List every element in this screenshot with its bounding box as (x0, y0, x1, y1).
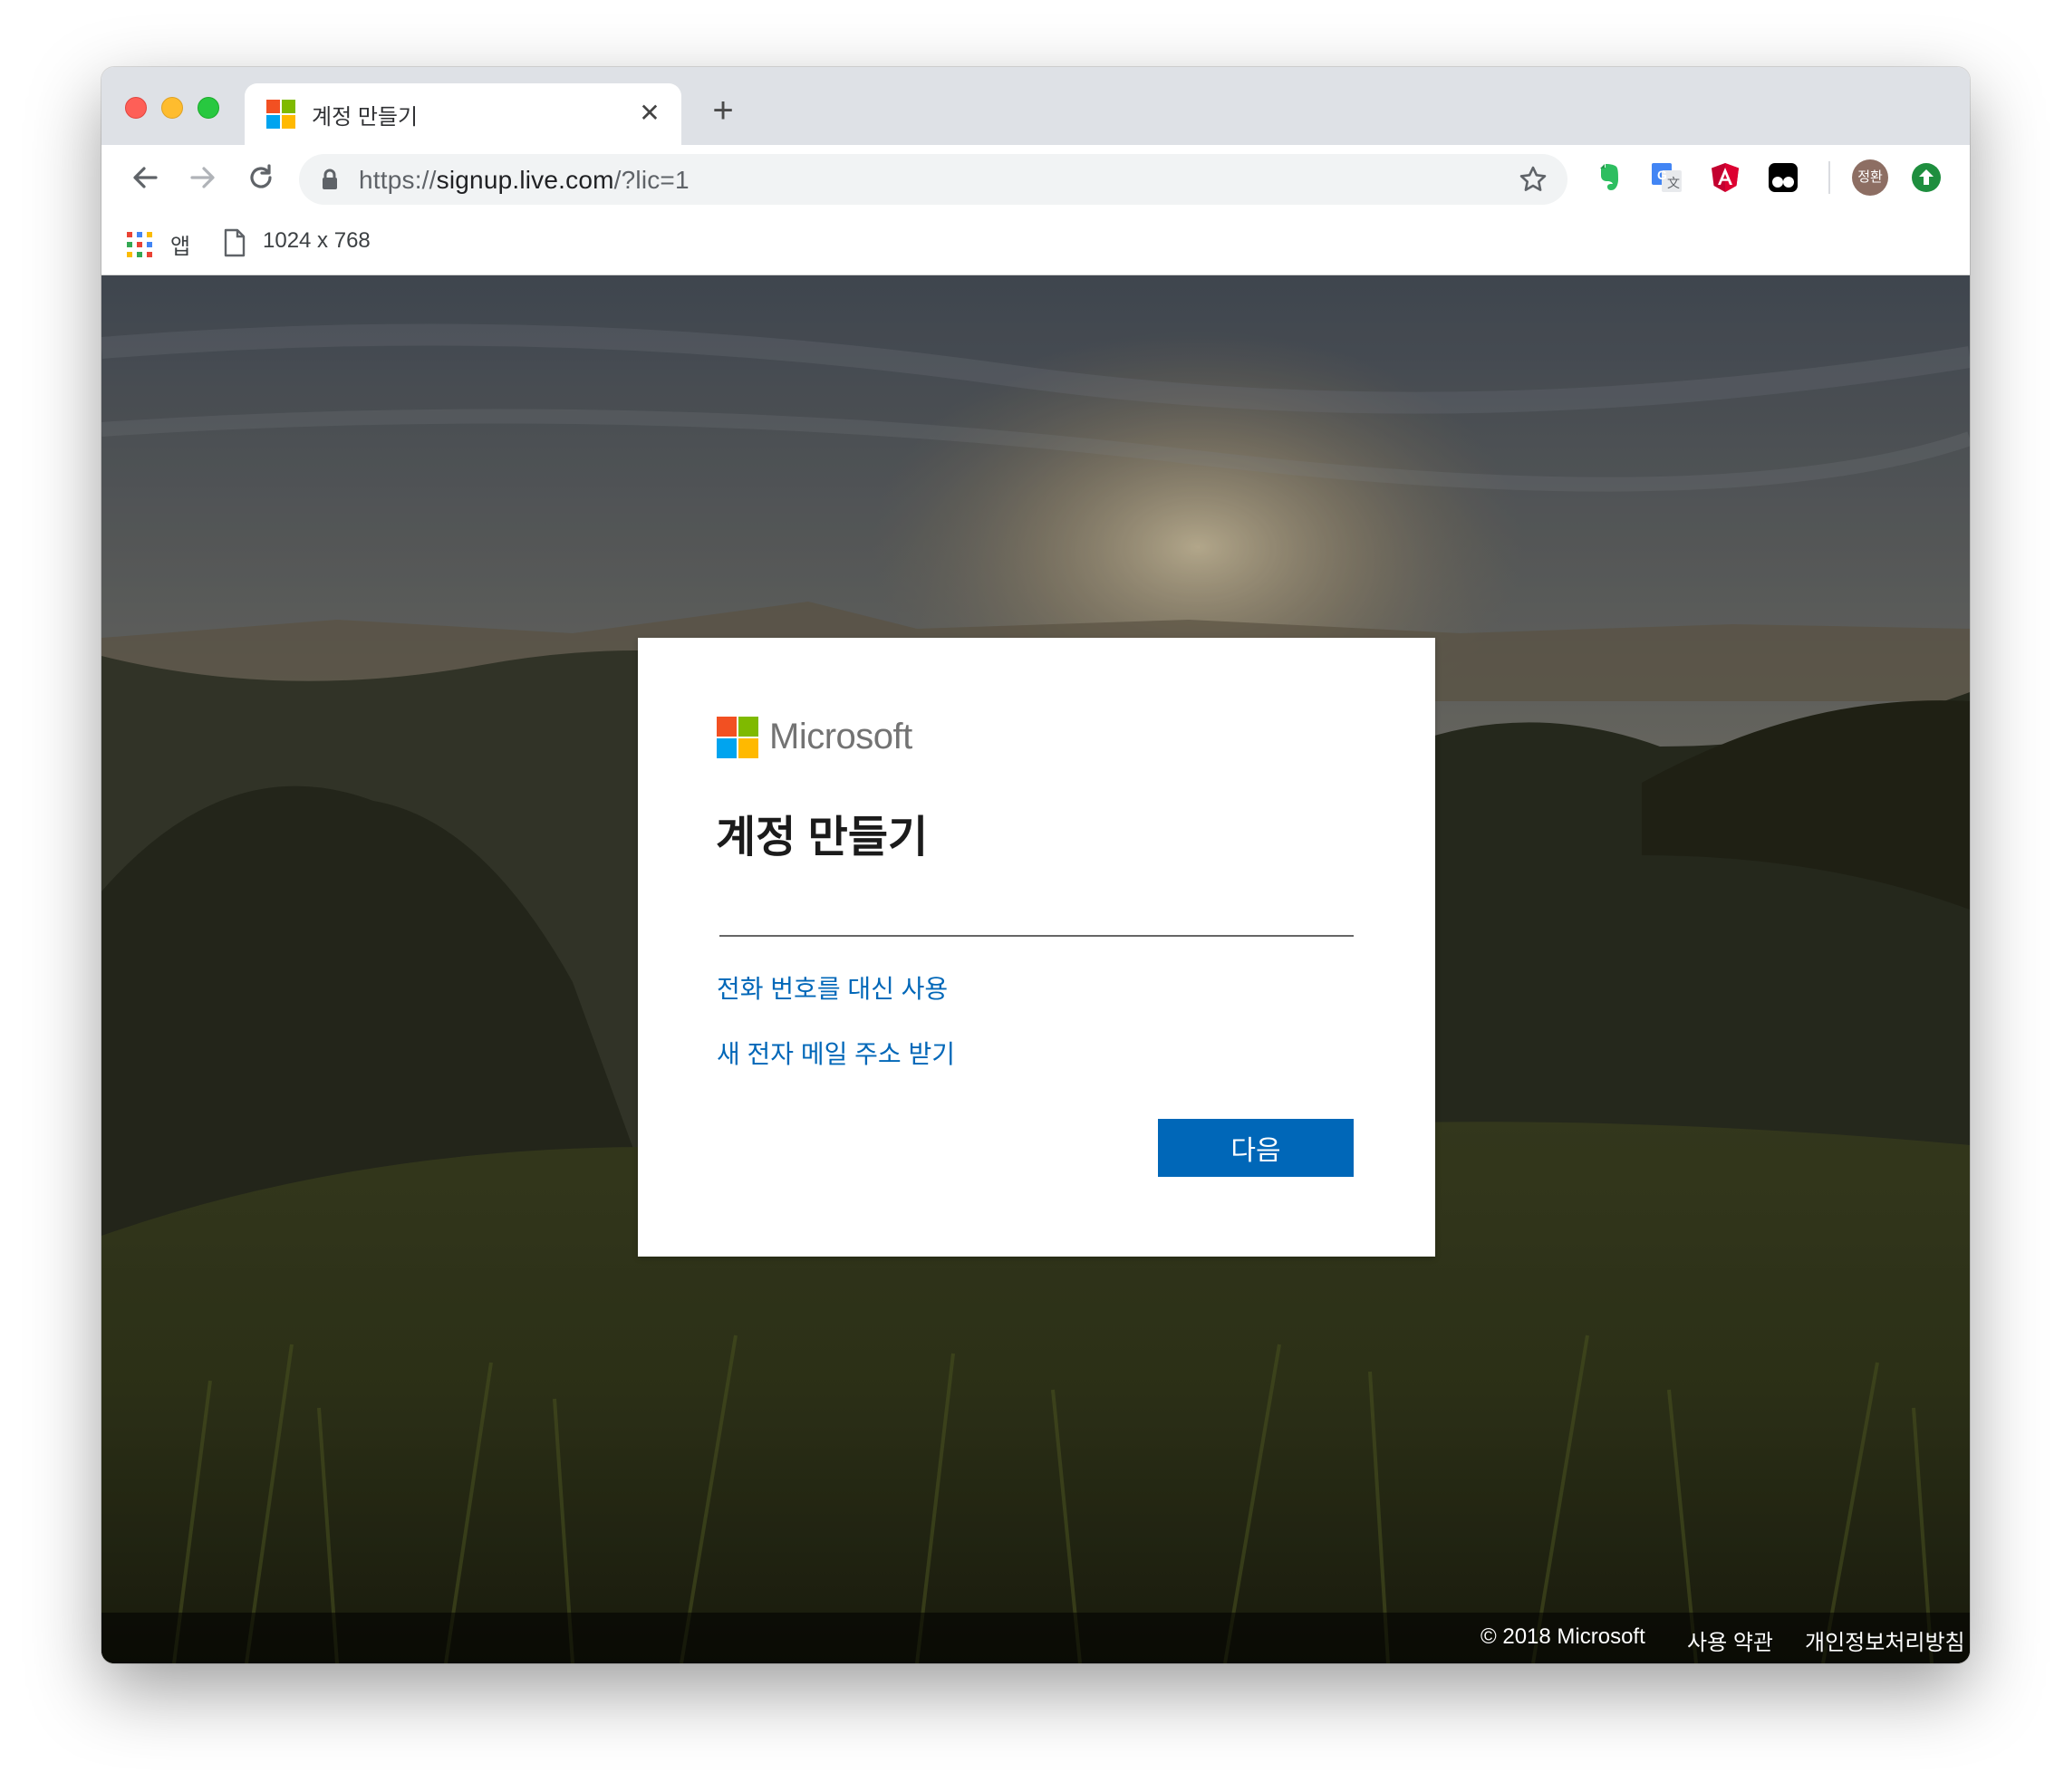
toolbar-divider (1828, 161, 1830, 194)
page-content: Microsoft 계정 만들기 전화 번호를 대신 사용 새 전자 메일 주소… (101, 275, 1970, 1663)
update-arrow-icon[interactable] (1910, 161, 1943, 194)
lock-icon[interactable] (321, 169, 339, 195)
google-translate-icon[interactable]: G文 (1651, 161, 1683, 194)
profile-avatar[interactable]: 정환 (1852, 159, 1888, 196)
close-window-button[interactable] (125, 97, 147, 119)
microsoft-logo-icon (717, 717, 758, 758)
email-input[interactable] (719, 888, 1354, 937)
maximize-window-button[interactable] (198, 97, 219, 119)
tab-strip: 계정 만들기 ✕ + (101, 67, 1970, 145)
new-email-link[interactable]: 새 전자 메일 주소 받기 (717, 1035, 955, 1071)
address-bar[interactable]: https://signup.live.com/?lic=1 (299, 154, 1567, 205)
privacy-link[interactable]: 개인정보처리방침 (1805, 1624, 1965, 1656)
bookmark-apps[interactable]: 앱 (170, 228, 190, 260)
microsoft-favicon-icon (266, 100, 295, 129)
evernote-icon[interactable] (1593, 161, 1625, 194)
url-text[interactable]: https://signup.live.com/?lic=1 (359, 166, 690, 195)
page-footer: © 2018 Microsoft 사용 약관 개인정보처리방침 (101, 1613, 1970, 1663)
url-scheme: https:// (359, 166, 437, 194)
url-path: /?lic=1 (613, 166, 690, 194)
apps-grid-icon[interactable] (127, 232, 152, 257)
active-tab[interactable]: 계정 만들기 ✕ (245, 83, 681, 145)
browser-toolbar: https://signup.live.com/?lic=1 G文 정환 (101, 145, 1970, 210)
minimize-window-button[interactable] (161, 97, 183, 119)
page-title: 계정 만들기 (716, 814, 929, 862)
microsoft-wordmark: Microsoft (769, 717, 912, 756)
terms-link[interactable]: 사용 약관 (1687, 1624, 1773, 1656)
back-arrow-icon[interactable] (125, 158, 165, 198)
page-icon (223, 228, 246, 262)
forward-arrow-icon[interactable] (183, 158, 223, 198)
browser-window: 계정 만들기 ✕ + https://signup.live.com/?lic=… (101, 67, 1970, 1663)
tampermonkey-icon[interactable] (1767, 161, 1799, 194)
bookmark-star-icon[interactable] (1519, 165, 1548, 198)
bookmarks-bar: 앱 1024 x 768 (101, 210, 1970, 275)
angular-icon[interactable] (1709, 161, 1741, 194)
bookmark-resolution[interactable]: 1024 x 768 (263, 228, 371, 254)
reload-icon[interactable] (241, 158, 281, 198)
tab-title: 계정 만들기 (312, 105, 419, 130)
signup-card: Microsoft 계정 만들기 전화 번호를 대신 사용 새 전자 메일 주소… (638, 638, 1435, 1257)
svg-text:G: G (1657, 168, 1667, 182)
use-phone-link[interactable]: 전화 번호를 대신 사용 (717, 969, 948, 1006)
svg-text:文: 文 (1667, 176, 1680, 190)
tab-close-icon[interactable]: ✕ (634, 98, 665, 129)
footer-copyright: © 2018 Microsoft (1480, 1624, 1645, 1649)
new-tab-button[interactable]: + (705, 92, 741, 130)
url-host: signup.live.com (436, 166, 614, 194)
next-button[interactable]: 다음 (1158, 1119, 1354, 1177)
